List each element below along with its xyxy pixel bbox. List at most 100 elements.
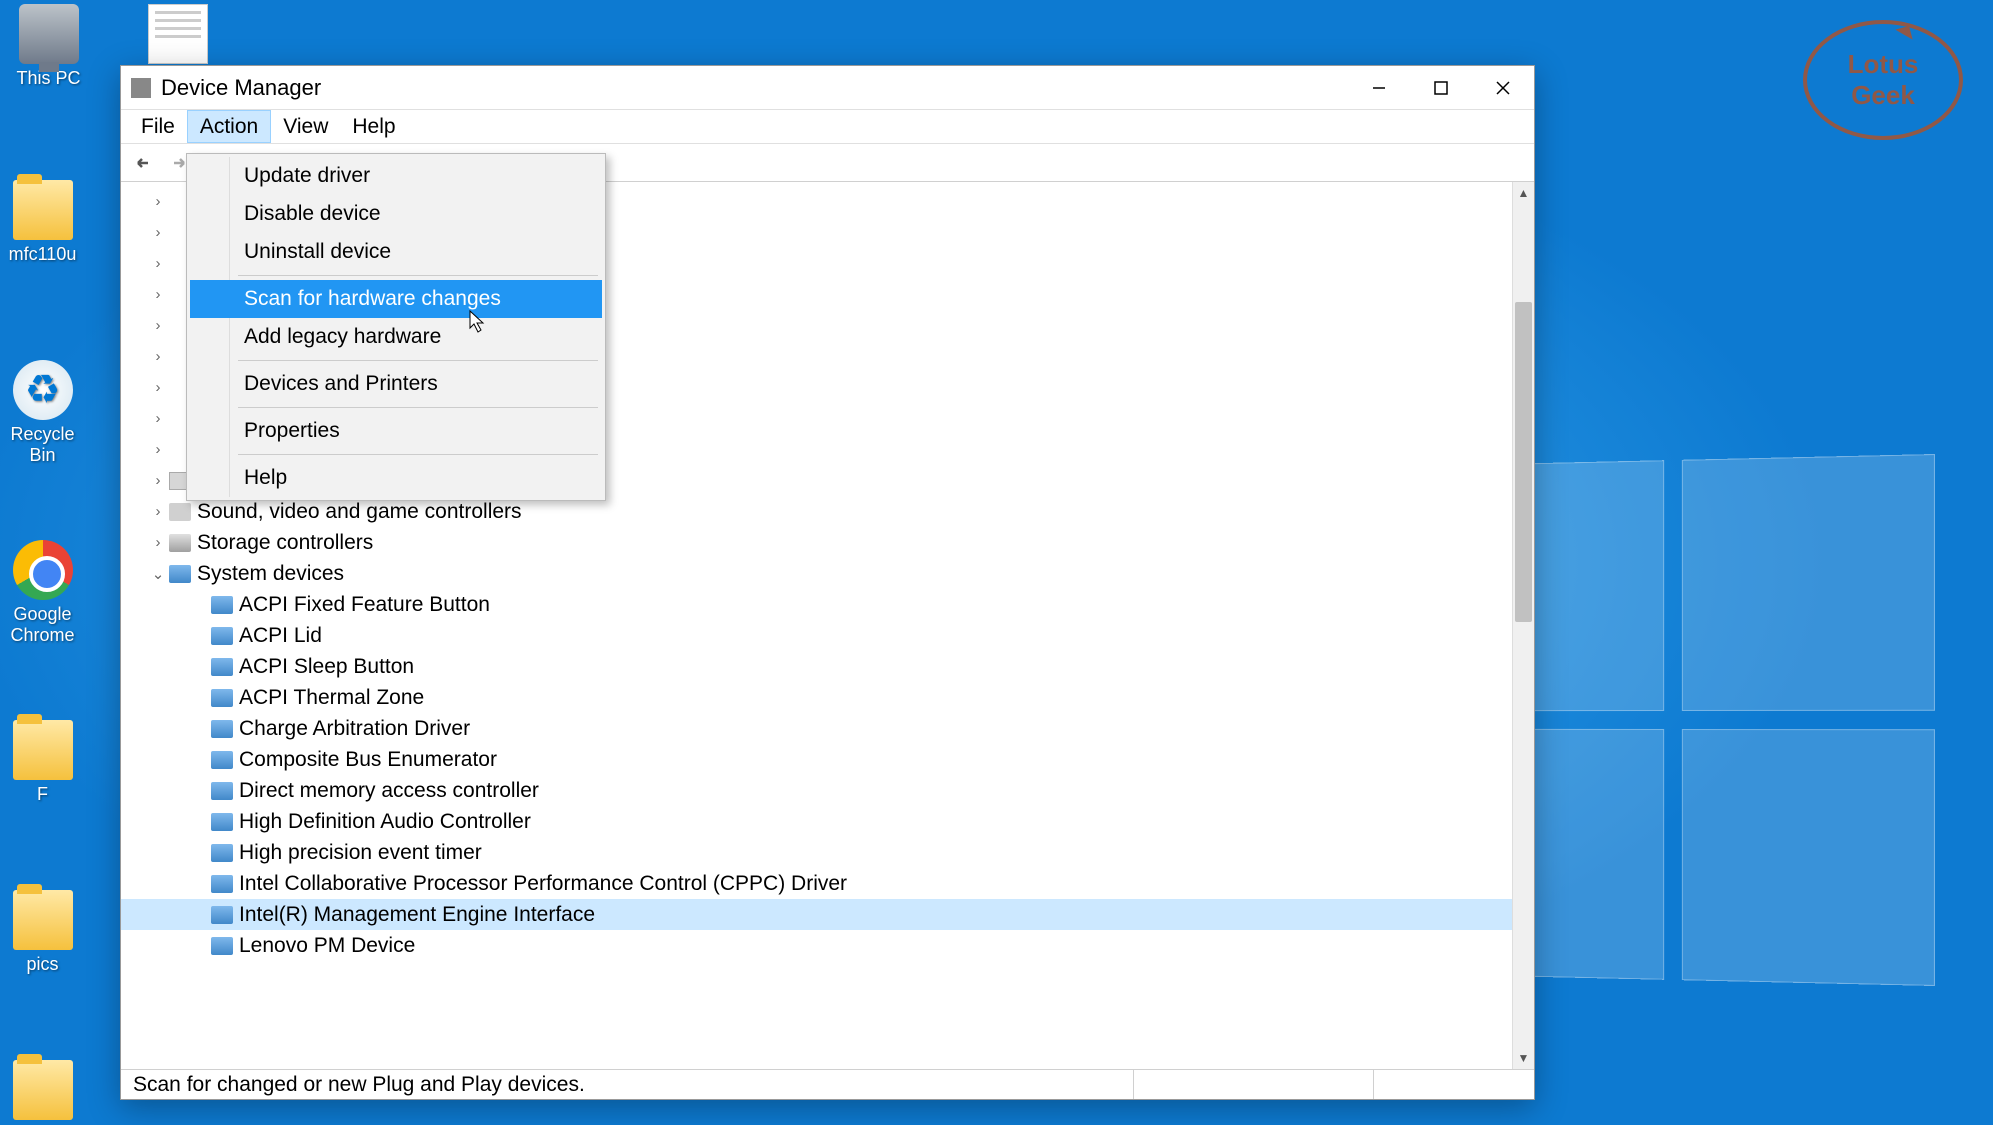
menubar: File Action View Help [121, 110, 1534, 144]
chrome-icon [13, 540, 73, 600]
menu-view[interactable]: View [271, 110, 340, 143]
desktop-icon-label: Google Chrome [0, 604, 85, 646]
folder-icon [13, 1060, 73, 1120]
lotus-geek-watermark: Lotus Geek [1803, 20, 1963, 140]
tree-device-label: ACPI Thermal Zone [239, 686, 424, 710]
chevron-right-icon[interactable]: › [149, 441, 167, 458]
chevron-right-icon[interactable]: › [149, 348, 167, 365]
tree-category-label: Sound, video and game controllers [197, 500, 522, 524]
menu-file[interactable]: File [129, 110, 187, 143]
tree-category[interactable]: › Storage controllers [121, 527, 1512, 558]
tree-device-item[interactable]: High precision event timer [121, 837, 1512, 868]
tree-device-label: High precision event timer [239, 841, 482, 865]
status-cell-2 [1134, 1070, 1374, 1099]
desktop-icon-chrome[interactable]: Google Chrome [0, 540, 85, 646]
chevron-right-icon[interactable]: › [149, 472, 167, 489]
chevron-right-icon[interactable]: › [149, 317, 167, 334]
menu-item-update-driver[interactable]: Update driver [190, 157, 602, 195]
device-icon [211, 937, 233, 955]
close-button[interactable] [1472, 66, 1534, 110]
scroll-down-arrow-icon[interactable]: ▼ [1513, 1047, 1534, 1069]
chevron-right-icon[interactable]: › [149, 286, 167, 303]
menu-separator [238, 407, 598, 408]
text-file-icon [148, 4, 208, 64]
chevron-right-icon[interactable]: › [149, 503, 167, 520]
menu-item-uninstall-device[interactable]: Uninstall device [190, 233, 602, 271]
tree-device-label: Intel Collaborative Processor Performanc… [239, 872, 847, 896]
tree-device-item[interactable]: ACPI Lid [121, 620, 1512, 651]
desktop-icon-pics[interactable]: pics [0, 890, 85, 975]
desktop-icon-mfc110u[interactable]: mfc110u [0, 180, 85, 265]
menu-separator [238, 454, 598, 455]
scrollbar-thumb[interactable] [1515, 302, 1532, 622]
chevron-right-icon[interactable]: › [149, 379, 167, 396]
chevron-right-icon[interactable]: › [149, 255, 167, 272]
menu-item-disable-device[interactable]: Disable device [190, 195, 602, 233]
chevron-down-icon[interactable]: ⌄ [149, 565, 167, 583]
chevron-right-icon[interactable]: › [149, 193, 167, 210]
tree-device-item[interactable]: Composite Bus Enumerator [121, 744, 1512, 775]
tree-device-item[interactable]: ACPI Sleep Button [121, 651, 1512, 682]
tree-category-label: Storage controllers [197, 531, 373, 555]
window-title: Device Manager [161, 75, 321, 101]
tree-device-item[interactable]: ACPI Thermal Zone [121, 682, 1512, 713]
maximize-button[interactable] [1410, 66, 1472, 110]
tree-device-item[interactable]: Intel(R) Management Engine Interface [121, 899, 1512, 930]
device-icon [211, 627, 233, 645]
device-icon [211, 875, 233, 893]
tree-device-item[interactable]: Charge Arbitration Driver [121, 713, 1512, 744]
tree-device-label: Composite Bus Enumerator [239, 748, 497, 772]
desktop-icon-label: Recycle Bin [0, 424, 85, 466]
device-icon [211, 813, 233, 831]
maximize-icon [1434, 81, 1448, 95]
tree-device-item[interactable]: Intel Collaborative Processor Performanc… [121, 868, 1512, 899]
device-icon [211, 844, 233, 862]
tree-device-item[interactable]: High Definition Audio Controller [121, 806, 1512, 837]
tree-device-item[interactable]: Lenovo PM Device [121, 930, 1512, 961]
vertical-scrollbar[interactable]: ▲ ▼ [1512, 182, 1534, 1069]
chevron-right-icon[interactable]: › [149, 410, 167, 427]
desktop-icon-partial[interactable] [0, 1060, 85, 1124]
menu-item-scan-for-hardware-changes[interactable]: Scan for hardware changes [190, 280, 602, 318]
back-button[interactable] [131, 150, 157, 176]
device-icon [211, 782, 233, 800]
menu-item-properties[interactable]: Properties [190, 412, 602, 450]
device-icon [211, 751, 233, 769]
desktop-icon-label: F [0, 784, 85, 805]
device-manager-icon [131, 78, 151, 98]
minimize-icon [1372, 81, 1386, 95]
tree-device-label: ACPI Fixed Feature Button [239, 593, 490, 617]
tree-device-label: Charge Arbitration Driver [239, 717, 470, 741]
menu-help[interactable]: Help [340, 110, 407, 143]
folder-icon [13, 720, 73, 780]
menu-separator [238, 360, 598, 361]
action-dropdown-menu: Update driverDisable deviceUninstall dev… [186, 153, 606, 501]
chevron-right-icon[interactable]: › [149, 224, 167, 241]
titlebar[interactable]: Device Manager [121, 66, 1534, 110]
device-icon [211, 596, 233, 614]
tree-device-label: ACPI Sleep Button [239, 655, 414, 679]
folder-icon [13, 890, 73, 950]
menu-item-devices-and-printers[interactable]: Devices and Printers [190, 365, 602, 403]
close-icon [1496, 81, 1510, 95]
minimize-button[interactable] [1348, 66, 1410, 110]
desktop-icon-notepad[interactable] [135, 4, 220, 68]
desktop-icon-label: pics [0, 954, 85, 975]
sound-icon [169, 503, 191, 521]
tree-category[interactable]: ⌄System devices [121, 558, 1512, 589]
desktop-icon-recycle-bin[interactable]: ♻ Recycle Bin [0, 360, 85, 466]
system-icon [169, 565, 191, 583]
tree-device-item[interactable]: Direct memory access controller [121, 775, 1512, 806]
tree-device-label: Intel(R) Management Engine Interface [239, 903, 595, 927]
desktop-icon-f[interactable]: F [0, 720, 85, 805]
device-icon [211, 658, 233, 676]
chevron-right-icon[interactable]: › [149, 534, 167, 551]
desktop-icon-this-pc[interactable]: This PC [6, 4, 91, 89]
device-icon [211, 720, 233, 738]
menu-item-add-legacy-hardware[interactable]: Add legacy hardware [190, 318, 602, 356]
scroll-up-arrow-icon[interactable]: ▲ [1513, 182, 1534, 204]
tree-device-item[interactable]: ACPI Fixed Feature Button [121, 589, 1512, 620]
menu-action[interactable]: Action [187, 110, 271, 143]
menu-item-help[interactable]: Help [190, 459, 602, 497]
menu-separator [238, 275, 598, 276]
